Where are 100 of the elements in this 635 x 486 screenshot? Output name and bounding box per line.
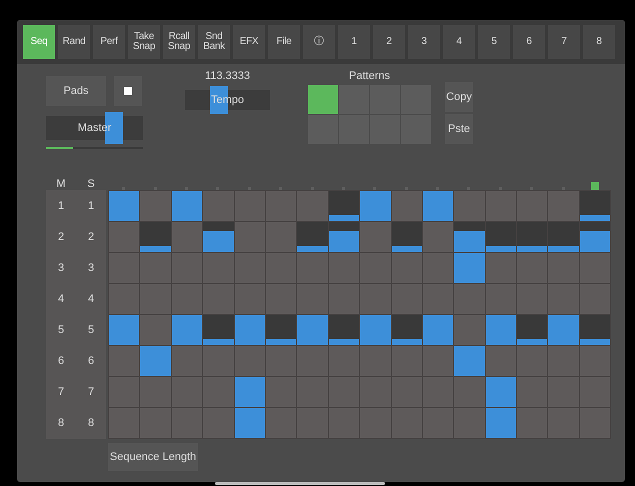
- step-cell[interactable]: [392, 377, 422, 407]
- step-cell[interactable]: [517, 377, 548, 407]
- step-cell[interactable]: [486, 315, 516, 345]
- step-cell[interactable]: [234, 315, 265, 345]
- step-cell[interactable]: [517, 315, 548, 345]
- step-cell[interactable]: [454, 377, 485, 407]
- step-cell[interactable]: [422, 346, 454, 376]
- step-cell[interactable]: [172, 315, 202, 345]
- sequence-length-button[interactable]: Sequence Length: [108, 443, 198, 471]
- step-cell[interactable]: [454, 191, 485, 221]
- tab[interactable]: 6: [513, 25, 545, 59]
- step-cell[interactable]: [234, 191, 265, 221]
- tab[interactable]: 8: [583, 25, 615, 59]
- paste-button[interactable]: Pste: [445, 114, 473, 144]
- step-cell[interactable]: [392, 222, 422, 252]
- tab[interactable]: 7: [548, 25, 580, 59]
- step-cell[interactable]: [109, 253, 140, 283]
- step-cell[interactable]: [140, 253, 171, 283]
- step-cell[interactable]: [580, 284, 610, 314]
- step-cell[interactable]: [548, 222, 579, 252]
- step-cell[interactable]: [517, 253, 548, 283]
- step-cell[interactable]: [486, 346, 516, 376]
- step-cell[interactable]: [422, 315, 454, 345]
- step-cell[interactable]: [140, 408, 171, 438]
- step-cell[interactable]: [360, 315, 391, 345]
- step-cell[interactable]: [297, 222, 328, 252]
- step-cell[interactable]: [422, 284, 454, 314]
- step-cell[interactable]: [140, 191, 171, 221]
- step-cell[interactable]: [266, 346, 296, 376]
- step-cell[interactable]: [548, 377, 579, 407]
- step-cell[interactable]: [203, 222, 234, 252]
- step-cell[interactable]: [328, 408, 360, 438]
- step-cell[interactable]: [172, 284, 202, 314]
- step-cell[interactable]: [172, 377, 202, 407]
- step-cell[interactable]: [328, 253, 360, 283]
- step-cell[interactable]: [517, 222, 548, 252]
- step-cell[interactable]: [580, 191, 610, 221]
- step-cell[interactable]: [140, 222, 171, 252]
- step-cell[interactable]: [517, 346, 548, 376]
- step-cell[interactable]: [486, 377, 516, 407]
- step-cell[interactable]: [203, 346, 234, 376]
- step-cell[interactable]: [548, 253, 579, 283]
- tab[interactable]: Snd Bank: [198, 25, 230, 59]
- step-cell[interactable]: [328, 222, 360, 252]
- step-cell[interactable]: [203, 408, 234, 438]
- tab[interactable]: 1: [338, 25, 370, 59]
- step-cell[interactable]: [297, 253, 328, 283]
- step-cell[interactable]: [172, 191, 202, 221]
- step-cell[interactable]: [454, 284, 485, 314]
- pattern-slot[interactable]: [308, 115, 338, 144]
- step-cell[interactable]: [109, 191, 140, 221]
- step-cell[interactable]: [486, 222, 516, 252]
- step-cell[interactable]: [517, 191, 548, 221]
- step-cell[interactable]: [328, 346, 360, 376]
- step-cell[interactable]: [422, 222, 454, 252]
- step-cell[interactable]: [422, 408, 454, 438]
- step-cell[interactable]: [454, 315, 485, 345]
- step-cell[interactable]: [422, 191, 454, 221]
- step-cell[interactable]: [328, 191, 360, 221]
- tab[interactable]: File: [268, 25, 300, 59]
- step-cell[interactable]: [392, 346, 422, 376]
- step-cell[interactable]: [360, 253, 391, 283]
- step-cell[interactable]: [266, 253, 296, 283]
- step-cell[interactable]: [266, 315, 296, 345]
- copy-button[interactable]: Copy: [445, 82, 473, 112]
- step-cell[interactable]: [360, 222, 391, 252]
- step-cell[interactable]: [266, 284, 296, 314]
- step-cell[interactable]: [392, 284, 422, 314]
- step-cell[interactable]: [580, 408, 610, 438]
- step-cell[interactable]: [328, 284, 360, 314]
- step-cell[interactable]: [454, 253, 485, 283]
- step-cell[interactable]: [454, 222, 485, 252]
- tab[interactable]: Rand: [58, 25, 90, 59]
- step-cell[interactable]: [486, 408, 516, 438]
- step-cell[interactable]: [172, 253, 202, 283]
- step-cell[interactable]: [109, 408, 140, 438]
- tab[interactable]: 2: [373, 25, 405, 59]
- step-cell[interactable]: [360, 377, 391, 407]
- step-cell[interactable]: [266, 408, 296, 438]
- step-cell[interactable]: [548, 408, 579, 438]
- step-cell[interactable]: [266, 377, 296, 407]
- step-cell[interactable]: [109, 346, 140, 376]
- step-cell[interactable]: [203, 253, 234, 283]
- step-cell[interactable]: [360, 284, 391, 314]
- step-cell[interactable]: [234, 253, 265, 283]
- step-cell[interactable]: [548, 284, 579, 314]
- step-cell[interactable]: [422, 377, 454, 407]
- step-cell[interactable]: [454, 346, 485, 376]
- step-cell[interactable]: [486, 284, 516, 314]
- step-cell[interactable]: [297, 284, 328, 314]
- step-cell[interactable]: [360, 346, 391, 376]
- tab[interactable]: ⓘ: [303, 25, 335, 59]
- step-cell[interactable]: [172, 408, 202, 438]
- stop-button[interactable]: [114, 76, 142, 106]
- step-cell[interactable]: [580, 377, 610, 407]
- pattern-slot[interactable]: [339, 115, 369, 144]
- step-cell[interactable]: [548, 346, 579, 376]
- tab[interactable]: EFX: [233, 25, 265, 59]
- step-cell[interactable]: [392, 191, 422, 221]
- tab[interactable]: Perf: [93, 25, 125, 59]
